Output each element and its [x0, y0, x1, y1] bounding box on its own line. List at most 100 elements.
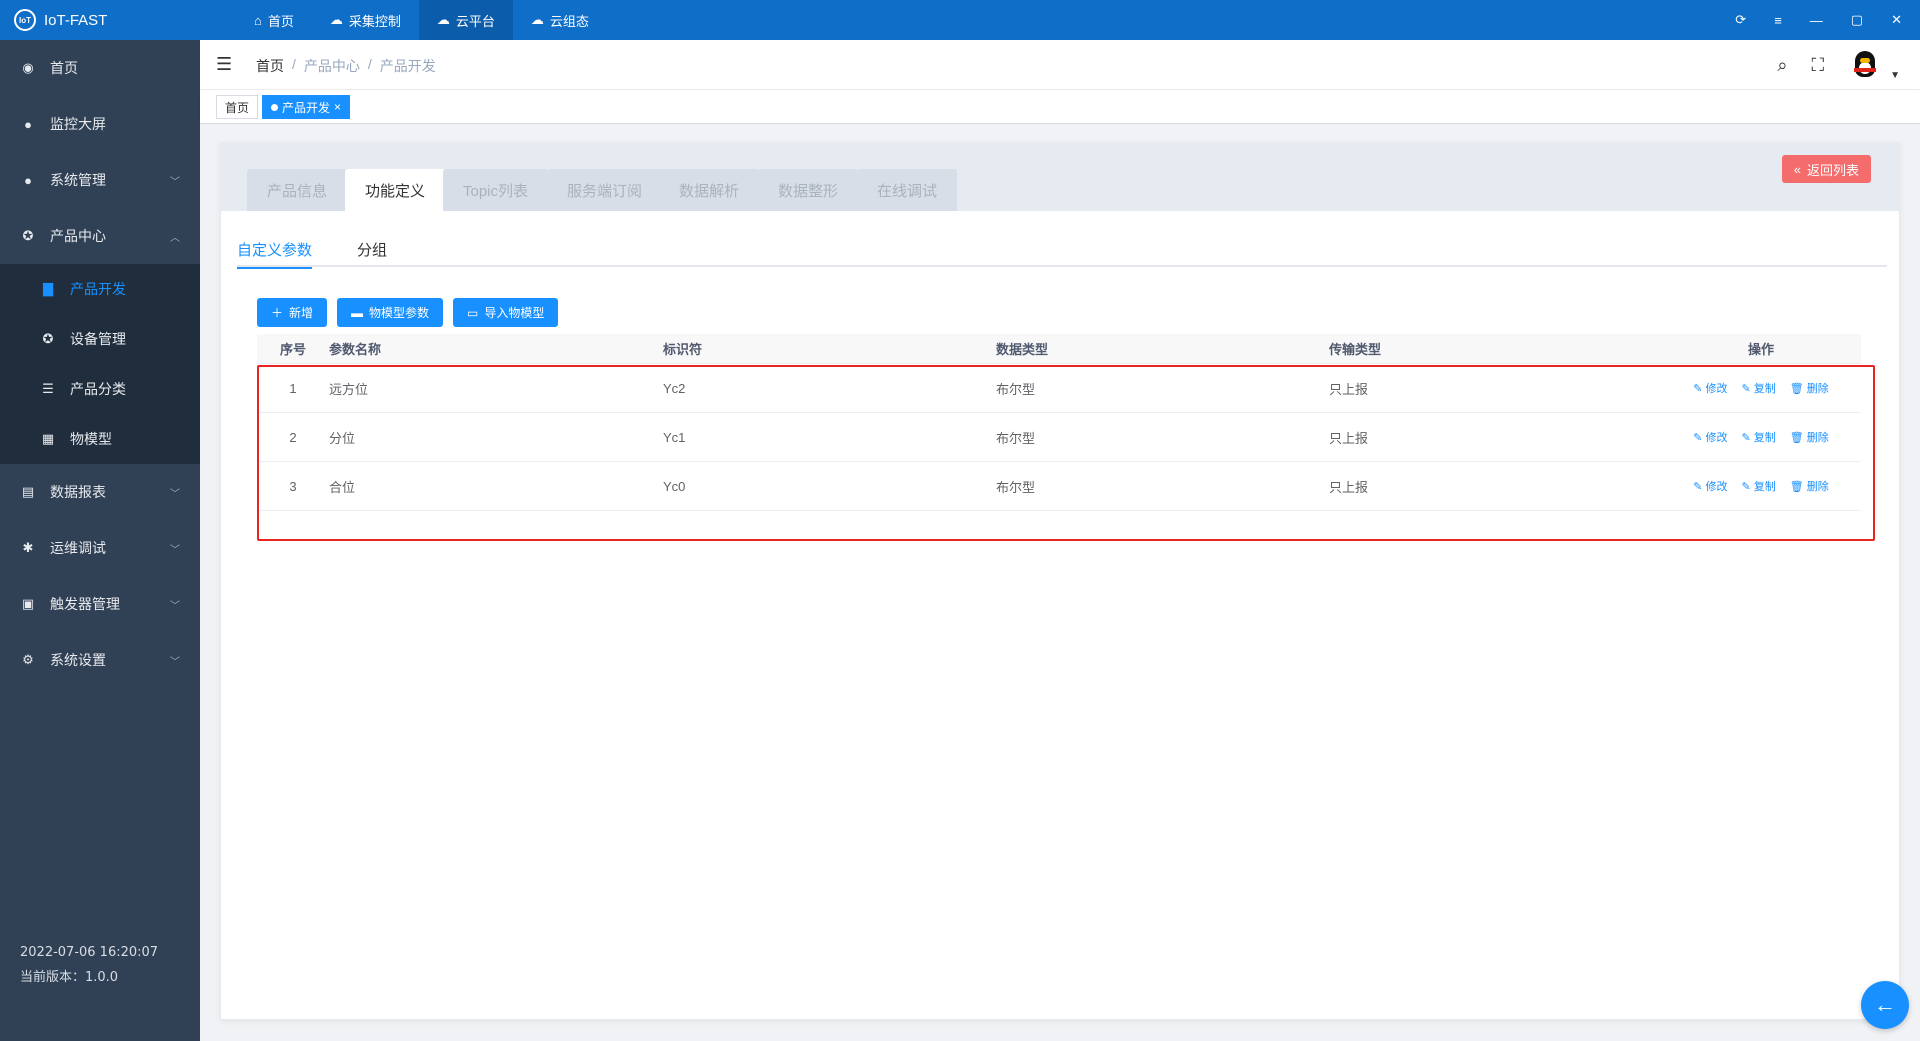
topnav-cloud-config[interactable]: ☁ 云组态	[513, 0, 607, 40]
edit-button[interactable]: ✎ 修改	[1693, 380, 1727, 396]
tab-function-def[interactable]: 功能定义	[345, 169, 446, 211]
avatar[interactable]	[1848, 48, 1883, 82]
breadcrumb-home[interactable]: 首页	[256, 56, 284, 76]
back-to-list-button[interactable]: « 返回列表	[1781, 155, 1871, 183]
tab-online-debug[interactable]: 在线调试	[857, 169, 958, 211]
tag-product-dev[interactable]: 产品开发 ×	[262, 95, 351, 119]
param-subtabs: 自定义参数 分组	[237, 231, 1887, 269]
topnav-home[interactable]: ⌂ 首页	[236, 0, 312, 40]
sidebar-item-thing-model[interactable]: ▦ 物模型	[0, 414, 200, 464]
edit-icon: ✎	[1693, 480, 1703, 493]
product-card: 产品信息 功能定义 Topic列表 服务端订阅 数据解析 数据整形 在线调试 «…	[220, 142, 1900, 1020]
table-row: 3 合位 Yc0 布尔型 只上报 ✎ 修改 ✎ 复制 🗑 删除	[257, 462, 1861, 511]
tab-group[interactable]: 分组	[357, 231, 387, 267]
table-row: 2 分位 Yc1 布尔型 只上报 ✎ 修改 ✎ 复制 🗑 删除	[257, 413, 1861, 462]
col-name: 参数名称	[329, 342, 382, 357]
search-icon[interactable]: ⌕	[1777, 55, 1787, 76]
sidebar-item-home[interactable]: ◉ 首页	[0, 40, 200, 96]
edit-button[interactable]: ✎ 修改	[1693, 429, 1727, 445]
edit-icon: ✎	[1693, 382, 1703, 395]
sidebar-item-system[interactable]: ● 系统管理 ﹀	[0, 152, 200, 208]
table-header: 序号 参数名称 标识符 数据类型 传输类型 操作	[257, 334, 1861, 364]
bug-icon: ✱	[22, 540, 34, 555]
folder-open-icon: ▭	[467, 305, 479, 320]
param-table: 序号 参数名称 标识符 数据类型 传输类型 操作 1 远方位 Yc2 布尔型 只…	[257, 334, 1861, 511]
maximize-icon[interactable]: ▢	[1851, 12, 1863, 28]
close-icon[interactable]: ✕	[1891, 12, 1902, 28]
minimize-icon[interactable]: —	[1810, 13, 1823, 28]
report-icon: ▤	[21, 484, 35, 499]
cloud-icon: ☁	[329, 12, 343, 27]
tag-close-icon[interactable]: ×	[334, 100, 341, 114]
fullscreen-icon[interactable]: ⛶	[1811, 55, 1824, 76]
arrow-left-icon: ←	[1874, 992, 1896, 1017]
topnav-cloud-platform[interactable]: ☁ 云平台	[418, 0, 513, 40]
sidebar-footer: 2022-07-06 16:20:07 当前版本：1.0.0	[20, 940, 158, 990]
sidebar-item-settings[interactable]: ⚙ 系统设置 ﹀	[0, 632, 200, 688]
chevron-down-icon: ﹀	[170, 544, 180, 556]
sidebar-item-product-center[interactable]: ✪ 产品中心 ︿	[0, 208, 200, 264]
menu-icon[interactable]: ≡	[1774, 13, 1782, 28]
hamburger-icon[interactable]: ☰	[216, 54, 232, 75]
tab-topic-list[interactable]: Topic列表	[443, 169, 549, 211]
sidebar-item-product-dev[interactable]: ▇ 产品开发	[0, 264, 200, 314]
delete-button[interactable]: 🗑 删除	[1790, 478, 1829, 494]
sidebar-item-monitor[interactable]: ● 监控大屏	[0, 96, 200, 152]
floating-back-button[interactable]: ←	[1861, 981, 1909, 1029]
product-tabs: 产品信息 功能定义 Topic列表 服务端订阅 数据解析 数据整形 在线调试 «…	[221, 143, 1899, 211]
copy-button[interactable]: ✎ 复制	[1742, 478, 1776, 494]
globe-icon: ●	[24, 116, 32, 132]
sidebar-item-product-category[interactable]: ☰ 产品分类	[0, 364, 200, 414]
model-params-button[interactable]: ▬ 物模型参数	[337, 298, 444, 327]
trash-icon: 🗑	[1789, 431, 1804, 444]
edit-button[interactable]: ✎ 修改	[1693, 478, 1727, 494]
tag-home[interactable]: 首页	[216, 95, 259, 119]
active-dot-icon	[271, 103, 278, 111]
copy-button[interactable]: ✎ 复制	[1742, 429, 1776, 445]
tab-data-parse[interactable]: 数据解析	[659, 169, 760, 211]
app-title: IoT-FAST	[44, 11, 108, 29]
sidebar-item-trigger[interactable]: ▣ 触发器管理 ﹀	[0, 576, 200, 632]
tags-view: 首页 产品开发 ×	[200, 90, 1920, 124]
col-transfer-type: 传输类型	[1329, 342, 1382, 357]
breadcrumb-product-dev: 产品开发	[379, 58, 436, 74]
col-index: 序号	[279, 342, 306, 357]
tab-server-subscribe[interactable]: 服务端订阅	[547, 169, 663, 211]
brand[interactable]: IoT IoT-FAST	[14, 0, 107, 40]
dashboard-icon: ◉	[22, 60, 34, 75]
tab-custom-params[interactable]: 自定义参数	[237, 231, 313, 269]
col-identifier: 标识符	[663, 342, 703, 357]
home-icon: ⌂	[254, 12, 262, 28]
topnav-collect[interactable]: ☁ 采集控制	[312, 0, 419, 40]
edit-icon: ✎	[1693, 431, 1703, 444]
delete-button[interactable]: 🗑 删除	[1790, 380, 1829, 396]
breadcrumb: 首页 / 产品中心 / 产品开发	[256, 56, 436, 76]
copy-button[interactable]: ✎ 复制	[1742, 380, 1776, 396]
list-icon: ☰	[42, 381, 54, 396]
app-version: 当前版本：1.0.0	[20, 970, 119, 985]
breadcrumb-separator: /	[292, 56, 296, 72]
import-model-button[interactable]: ▭ 导入物模型	[453, 298, 559, 327]
copy-icon: ✎	[1741, 431, 1751, 444]
sidebar-item-ops-debug[interactable]: ✱ 运维调试 ﹀	[0, 520, 200, 576]
copy-icon: ✎	[1741, 382, 1751, 395]
sidebar-item-device-mgmt[interactable]: ✪ 设备管理	[0, 314, 200, 364]
cloud-config-icon: ☁	[530, 12, 544, 27]
caret-down-icon[interactable]: ▼	[1890, 70, 1900, 81]
refresh-icon[interactable]: ⟳	[1735, 12, 1746, 28]
breadcrumb-separator: /	[367, 56, 372, 72]
sidebar-item-report[interactable]: ▤ 数据报表 ﹀	[0, 464, 200, 520]
add-button[interactable]: ＋新增	[257, 298, 328, 327]
col-data-type: 数据类型	[996, 342, 1049, 357]
gear-icon: ⚙	[22, 652, 34, 667]
sidebar-submenu: ▇ 产品开发 ✪ 设备管理 ☰ 产品分类 ▦ 物模型	[0, 264, 200, 464]
tab-data-shaping[interactable]: 数据整形	[758, 169, 859, 211]
grid-icon: ▦	[41, 431, 55, 446]
chevron-down-icon: ﹀	[170, 656, 180, 668]
tab-product-info[interactable]: 产品信息	[247, 169, 348, 211]
sidebar: ◉ 首页 ● 监控大屏 ● 系统管理 ﹀ ✪ 产品中心 ︿ ▇ 产品开发 ✪ 设备管理 ☰ 产品分…	[0, 40, 200, 1041]
table-row: 1 远方位 Yc2 布尔型 只上报 ✎ 修改 ✎ 复制 🗑 删除	[257, 364, 1861, 413]
folder-icon: ▇	[43, 281, 53, 296]
delete-button[interactable]: 🗑 删除	[1790, 429, 1829, 445]
plus-icon: ＋	[271, 306, 284, 320]
